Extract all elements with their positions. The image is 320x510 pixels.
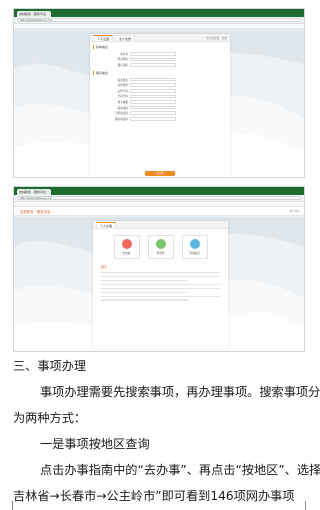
- paragraph-line: 为两种方式：: [13, 411, 87, 425]
- notice-line: [101, 291, 188, 293]
- bookmarks-bar: [14, 24, 304, 29]
- section-heading: 三、事项办理: [13, 359, 87, 373]
- screenshot-registration: 吉林政务 · 服务平台 http://www.jlzwfw.gov.cn/...…: [13, 8, 305, 178]
- notice-line: [101, 275, 220, 277]
- registration-panel: 个人注册 法人注册 您当前位置：注册 基本信息 用户名 登录密码 确认密码 联系…: [90, 34, 230, 177]
- page-mark-right: [305, 501, 306, 510]
- field-label: 图片验证码: [115, 117, 128, 121]
- browser-tab-bar: 吉林政务 · 服务平台: [14, 9, 304, 17]
- panel-tabs: 个人办事: [93, 221, 228, 229]
- email-field[interactable]: [130, 100, 176, 104]
- notice-line: [101, 299, 188, 301]
- tab-legal[interactable]: 法人注册: [115, 35, 136, 41]
- field-label: 证件号码: [117, 89, 128, 93]
- field-label: 手机号码: [117, 95, 128, 99]
- captcha-field[interactable]: [130, 116, 176, 121]
- register-button[interactable]: 注 册: [145, 171, 175, 176]
- notice-line: [101, 283, 220, 285]
- address-field[interactable]: [130, 105, 176, 110]
- section-basic-title: 基本信息: [93, 45, 230, 49]
- site-logo[interactable]: 吉林政务 · 服务平台: [20, 209, 50, 214]
- notice-title: 提示: [101, 265, 108, 269]
- paragraph-line: 事项办理需要先搜索事项，再办理事项。搜索事项分: [40, 385, 320, 399]
- consult-icon: [189, 239, 200, 249]
- username-field[interactable]: [130, 52, 176, 56]
- address-bar: http://www.jlzwfw.gov.cn/...: [14, 17, 304, 24]
- card-label: 去办事: [122, 252, 131, 255]
- tab-personal[interactable]: 个人注册: [93, 35, 114, 41]
- screenshot-service-home: 吉林政务 · 服务平台 http://www.jlzwfw.gov.cn/...…: [13, 186, 305, 352]
- field-label: 手机验证码: [115, 112, 128, 116]
- phone-field[interactable]: [130, 94, 176, 99]
- card-go-handle[interactable]: 去办事: [113, 235, 140, 259]
- paragraph-line: 点击办事指南中的“去办事”、再点击“按地区”、选择“: [40, 463, 320, 477]
- confirm-password-field[interactable]: [130, 63, 176, 67]
- check-case-icon: [155, 239, 166, 249]
- section-contact-title: 联系信息: [93, 70, 230, 75]
- notice-line: [101, 279, 188, 281]
- field-label: 联系地址: [117, 106, 128, 110]
- notice-line: [101, 295, 220, 297]
- real-name-field[interactable]: [130, 77, 176, 82]
- field-label: 电子邮箱: [117, 100, 128, 104]
- address-bar: http://www.jlzwfw.gov.cn/...: [14, 195, 304, 202]
- user-center-link[interactable]: 用户中心: [290, 209, 300, 213]
- tab-personal-service[interactable]: 个人办事: [96, 222, 117, 228]
- service-cards: 去办事 查办件 咨询投诉: [93, 235, 228, 259]
- breadcrumb: 您当前位置：注册: [206, 37, 227, 40]
- field-label: 证件类型: [117, 84, 128, 88]
- paragraph-line: 吉林省→长春市→公主岭市”即可看到146项网办事项: [13, 489, 295, 503]
- url-field: http://www.jlzwfw.gov.cn/...: [17, 18, 301, 22]
- go-handle-icon: [121, 239, 132, 249]
- field-label: 登录密码: [117, 58, 128, 62]
- field-label: 确认密码: [117, 63, 128, 67]
- card-label: 查办件: [156, 252, 165, 255]
- password-field[interactable]: [130, 57, 176, 62]
- sms-code-field[interactable]: [130, 111, 176, 115]
- field-label: 用户名: [120, 52, 128, 56]
- page-mark-left: [12, 501, 13, 510]
- id-type-select[interactable]: [130, 83, 176, 87]
- notice-line: [101, 287, 220, 289]
- browser-tab-bar: 吉林政务 · 服务平台: [14, 187, 304, 195]
- subheading: 一是事项按地区查询: [40, 437, 150, 451]
- browser-tab: 吉林政务 · 服务平台: [17, 189, 51, 195]
- card-consult[interactable]: 咨询投诉: [181, 235, 208, 259]
- id-number-field[interactable]: [130, 88, 176, 93]
- card-check-case[interactable]: 查办件: [147, 235, 174, 259]
- url-field: http://www.jlzwfw.gov.cn/...: [17, 196, 301, 200]
- card-label: 咨询投诉: [189, 252, 200, 255]
- field-label: 真实姓名: [117, 78, 128, 82]
- browser-tab: 吉林政务 · 服务平台: [17, 11, 51, 17]
- service-panel: 个人办事 去办事 查办件 咨询投诉 提示: [93, 221, 228, 349]
- site-header: 吉林政务 · 服务平台 用户中心: [14, 207, 304, 216]
- notice-line: [101, 271, 220, 273]
